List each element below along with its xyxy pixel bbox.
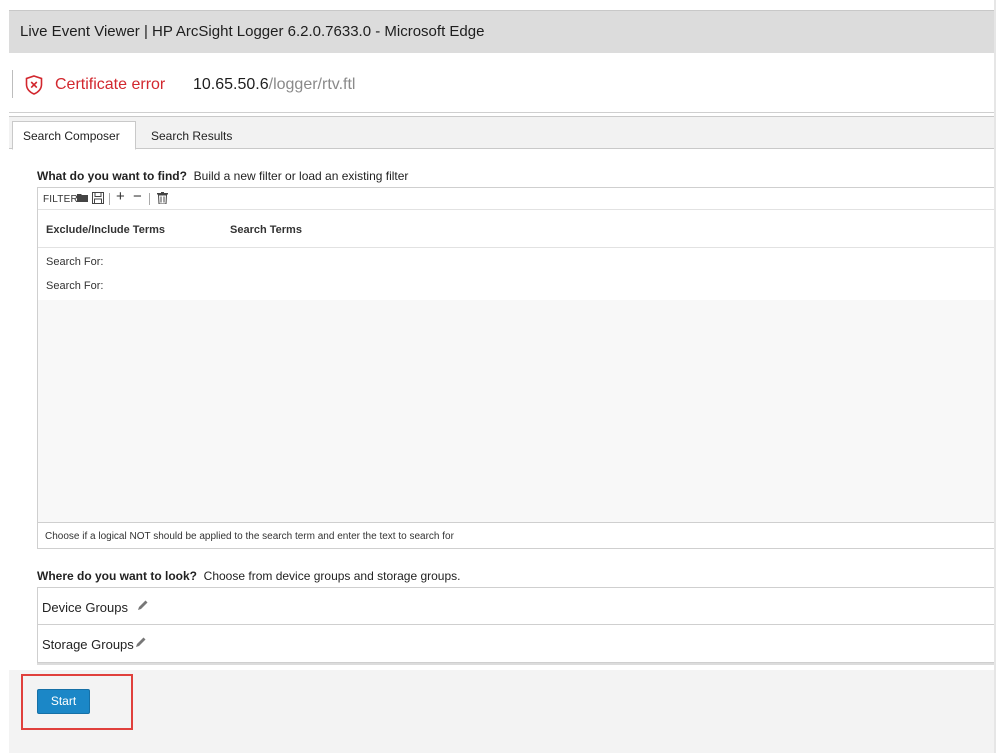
filter-toolbar: FILTER + − <box>38 188 996 210</box>
pencil-icon[interactable] <box>136 599 149 615</box>
filter-row-label[interactable]: Search For: <box>46 280 103 292</box>
minus-icon[interactable]: − <box>133 189 142 204</box>
toolbar-divider <box>109 193 110 205</box>
device-groups-row[interactable]: Device Groups <box>38 588 996 625</box>
filter-toolbar-label: FILTER <box>43 194 78 205</box>
storage-groups-row[interactable]: Storage Groups <box>38 625 996 662</box>
action-bar <box>9 670 996 753</box>
filter-empty-area <box>38 300 996 522</box>
column-header-exclude-include: Exclude/Include Terms <box>46 224 166 236</box>
group-selector: Device Groups Storage Groups <box>37 587 996 663</box>
trash-icon[interactable] <box>157 192 168 207</box>
certificate-error-icon[interactable] <box>25 75 43 95</box>
tab-search-composer[interactable]: Search Composer <box>12 121 136 150</box>
url-path: /logger/rtv.ftl <box>268 76 356 93</box>
find-section-heading: What do you want to find? Build a new fi… <box>37 169 408 183</box>
start-button-highlight <box>21 674 133 730</box>
tab-search-results[interactable]: Search Results <box>141 122 242 150</box>
look-heading-subtext: Choose from device groups and storage gr… <box>203 569 461 583</box>
filter-hint: Choose if a logical NOT should be applie… <box>38 522 996 549</box>
column-header-search-terms: Search Terms <box>230 224 302 236</box>
find-heading-bold: What do you want to find? <box>37 169 187 183</box>
address-bar-divider <box>12 70 13 98</box>
browser-window: Live Event Viewer | HP ArcSight Logger 6… <box>0 0 996 753</box>
filter-column-headers: Exclude/Include Terms Search Terms <box>38 210 996 248</box>
address-bar[interactable]: Certificate error 10.65.50.6/logger/rtv.… <box>9 53 996 113</box>
plus-icon[interactable]: + <box>116 189 125 204</box>
certificate-error-label[interactable]: Certificate error <box>55 76 165 94</box>
device-groups-label: Device Groups <box>42 600 128 615</box>
url-host: 10.65.50.6 <box>193 76 269 93</box>
tab-bar: Search Composer Search Results <box>9 116 996 150</box>
window-title-bar: Live Event Viewer | HP ArcSight Logger 6… <box>9 10 996 53</box>
folder-icon[interactable] <box>77 192 89 206</box>
save-icon[interactable] <box>92 192 104 207</box>
filter-editor: FILTER + − Exclude/Include Terms Search … <box>37 187 996 549</box>
look-heading-bold: Where do you want to look? <box>37 569 197 583</box>
window-title: Live Event Viewer | HP ArcSight Logger 6… <box>20 23 485 40</box>
toolbar-divider <box>149 193 150 205</box>
pencil-icon[interactable] <box>134 636 147 652</box>
storage-groups-label: Storage Groups <box>42 637 134 652</box>
filter-rows: Search For: Search For: <box>38 248 996 300</box>
search-composer-panel: What do you want to find? Build a new fi… <box>9 150 996 753</box>
look-section-heading: Where do you want to look? Choose from d… <box>37 569 461 583</box>
find-heading-subtext: Build a new filter or load an existing f… <box>193 169 409 183</box>
filter-row-label[interactable]: Search For: <box>46 256 103 268</box>
url-text[interactable]: 10.65.50.6/logger/rtv.ftl <box>193 76 355 94</box>
group-selector-footer <box>37 663 996 665</box>
